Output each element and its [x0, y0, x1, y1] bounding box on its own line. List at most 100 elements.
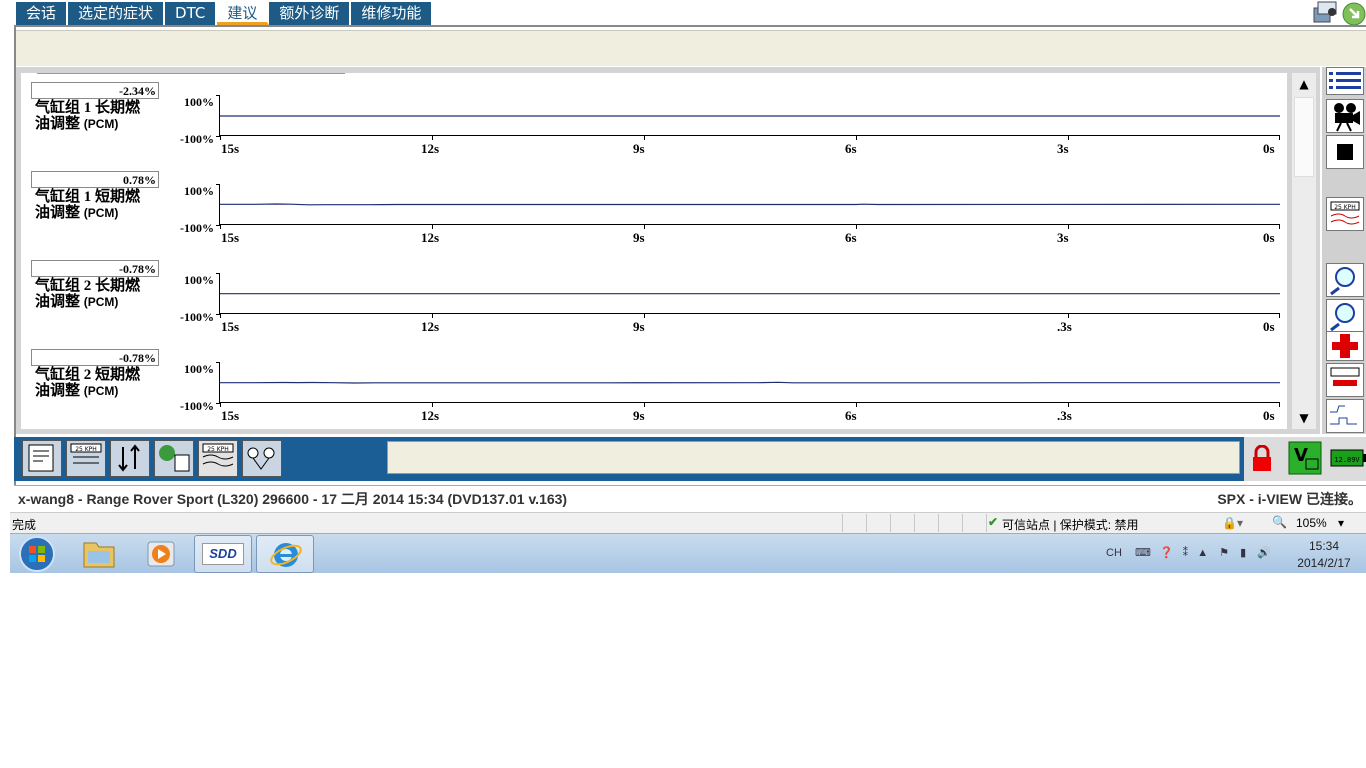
camera-icon	[1334, 103, 1360, 132]
signal-name-line1: 气缸组 1 短期燃	[35, 189, 141, 205]
graph-plot	[216, 273, 1280, 318]
start-button[interactable]	[12, 535, 62, 573]
x-axis-label: 9s	[633, 408, 645, 423]
signal-module: (PCM)	[83, 384, 119, 398]
graph-value-box: -2.34%	[31, 82, 159, 99]
scroll-down-button[interactable]: ▼	[1292, 407, 1316, 429]
magnifier-icon	[1330, 303, 1355, 332]
gauge-icon-label: 25 KPH	[75, 446, 97, 453]
exit-icon[interactable]	[1342, 2, 1366, 26]
x-axis-label: 15s	[221, 141, 240, 156]
tray-expand-icon[interactable]: ▲	[1197, 547, 1208, 559]
graph-trace-area	[220, 381, 1280, 384]
taskbar-media-player[interactable]	[132, 535, 190, 573]
status-message-field	[387, 441, 1240, 474]
bottom-toolbar: 25 KPH 25 KPH V 12.89V	[14, 437, 1366, 481]
taskbar-sdd[interactable]: SDD	[194, 535, 252, 573]
module-tool-button[interactable]	[242, 440, 282, 477]
graph-list: -2.34% 气缸组 1 长期燃 油调整 (PCM) 100% -100% 15s…	[21, 73, 1287, 429]
help-icon[interactable]: ❓	[1160, 547, 1174, 559]
scroll-thumb[interactable]	[1294, 97, 1314, 177]
tab-session[interactable]: 会话	[16, 2, 69, 25]
signal-name-line2: 油调整	[35, 116, 81, 132]
taskbar-clock[interactable]: 15:34 2014/2/17	[1292, 538, 1356, 572]
ime-icon[interactable]: ⁑	[1183, 547, 1189, 559]
session-tool-button[interactable]	[22, 440, 62, 477]
signal-name: 气缸组 2 长期燃 油调整 (PCM)	[35, 278, 185, 310]
zoom-in-button[interactable]	[1326, 263, 1364, 297]
action-center-flag-icon[interactable]: ⚑	[1219, 547, 1229, 559]
zoom-dropdown-icon[interactable]: ▾	[1338, 516, 1344, 530]
x-axis-label: 12s	[421, 141, 440, 156]
clock-date: 2014/2/17	[1297, 556, 1351, 570]
y-axis-min: -100%	[180, 221, 214, 235]
graph-trace-area	[220, 293, 1280, 295]
add-graph-button[interactable]	[1326, 331, 1364, 361]
zoom-level[interactable]: 105%	[1296, 516, 1327, 530]
x-tick	[432, 313, 433, 318]
lock-icon	[1253, 445, 1271, 471]
gauge-hand-icon: 25 KPH	[70, 443, 102, 464]
sort-tool-button[interactable]	[110, 440, 150, 477]
volume-icon[interactable]: 🔊	[1257, 547, 1271, 559]
add-red-icon	[1332, 334, 1358, 358]
speed-marker-button[interactable]: 25 KPH	[1326, 197, 1364, 231]
signal-name-line2: 油调整	[35, 383, 81, 399]
stop-button[interactable]	[1326, 135, 1364, 169]
signal-module: (PCM)	[83, 206, 119, 220]
status-separator	[986, 514, 987, 532]
x-tick	[1279, 402, 1280, 407]
list-icon	[1329, 72, 1361, 89]
x-tick	[644, 402, 645, 407]
graph-plot	[216, 184, 1280, 229]
tab-bar: 会话 选定的症状 DTC 建议 额外诊断 维修功能	[16, 2, 434, 25]
zoom-out-button[interactable]	[1326, 299, 1364, 333]
taskbar-explorer[interactable]	[70, 535, 128, 573]
security-dropdown-icon[interactable]: 🔒▾	[1222, 516, 1243, 530]
datalogger-tool-button[interactable]: 25 KPH	[198, 440, 238, 477]
gauge-tool-button[interactable]: 25 KPH	[66, 440, 106, 477]
x-tick	[1279, 224, 1280, 229]
module-network-icon	[247, 447, 275, 470]
x-axis-label: 15s	[221, 408, 240, 423]
battery-tray-icon[interactable]: ▮	[1240, 547, 1246, 559]
y-axis-max: 100%	[184, 362, 214, 376]
x-axis-label: 0s	[1263, 408, 1275, 423]
x-axis-label: .3s	[1057, 408, 1072, 423]
signal-select-button[interactable]	[1326, 399, 1364, 433]
taskbar-internet-explorer[interactable]	[256, 535, 314, 573]
network-tool-button[interactable]	[154, 440, 194, 477]
x-axis-label: 0s	[1263, 141, 1275, 156]
battery-voltage: 12.89V	[1334, 456, 1360, 464]
graph-value-box: -0.78%	[31, 349, 159, 366]
signal-name: 气缸组 1 长期燃 油调整 (PCM)	[35, 100, 185, 132]
scroll-up-button[interactable]: ▲	[1292, 73, 1316, 95]
keyboard-icon[interactable]: ⌨	[1135, 547, 1151, 559]
tab-recommendations[interactable]: 建议	[217, 2, 270, 25]
graph-trace-area	[220, 203, 1280, 206]
signal-name-line2: 油调整	[35, 294, 81, 310]
x-tick	[432, 224, 433, 229]
signal-name-line2: 油调整	[35, 205, 81, 221]
sdd-label: SDD	[202, 543, 244, 565]
signal-name-line1: 气缸组 1 长期燃	[35, 100, 141, 116]
x-tick	[220, 402, 221, 407]
browser-status-bar: 完成 ✔ 可信站点 | 保护模式: 禁用 🔒▾ 🔍 105% ▾	[10, 512, 1366, 533]
list-view-button[interactable]	[1326, 67, 1364, 95]
waveform-icon	[1330, 405, 1357, 425]
graph-remove-button[interactable]	[1326, 363, 1364, 397]
signal-name: 气缸组 1 短期燃 油调整 (PCM)	[35, 189, 185, 221]
tab-dtc[interactable]: DTC	[165, 2, 218, 25]
x-tick	[220, 224, 221, 229]
trust-zone-text[interactable]: 可信站点 | 保护模式: 禁用	[1002, 516, 1138, 533]
voltage-meter-icon: V	[1288, 441, 1322, 475]
record-button[interactable]	[1326, 99, 1364, 133]
tab-repair-functions[interactable]: 维修功能	[351, 2, 434, 25]
input-language[interactable]: CH	[1106, 547, 1122, 559]
checkmark-icon: ✔	[988, 515, 999, 529]
x-axis-label: 0s	[1263, 230, 1275, 245]
tab-extra-diagnostics[interactable]: 额外诊断	[269, 2, 352, 25]
x-tick	[1068, 135, 1069, 140]
tab-selected-symptoms[interactable]: 选定的症状	[68, 2, 166, 25]
graph-scrollbar[interactable]: ▲ ▼	[1292, 73, 1316, 429]
